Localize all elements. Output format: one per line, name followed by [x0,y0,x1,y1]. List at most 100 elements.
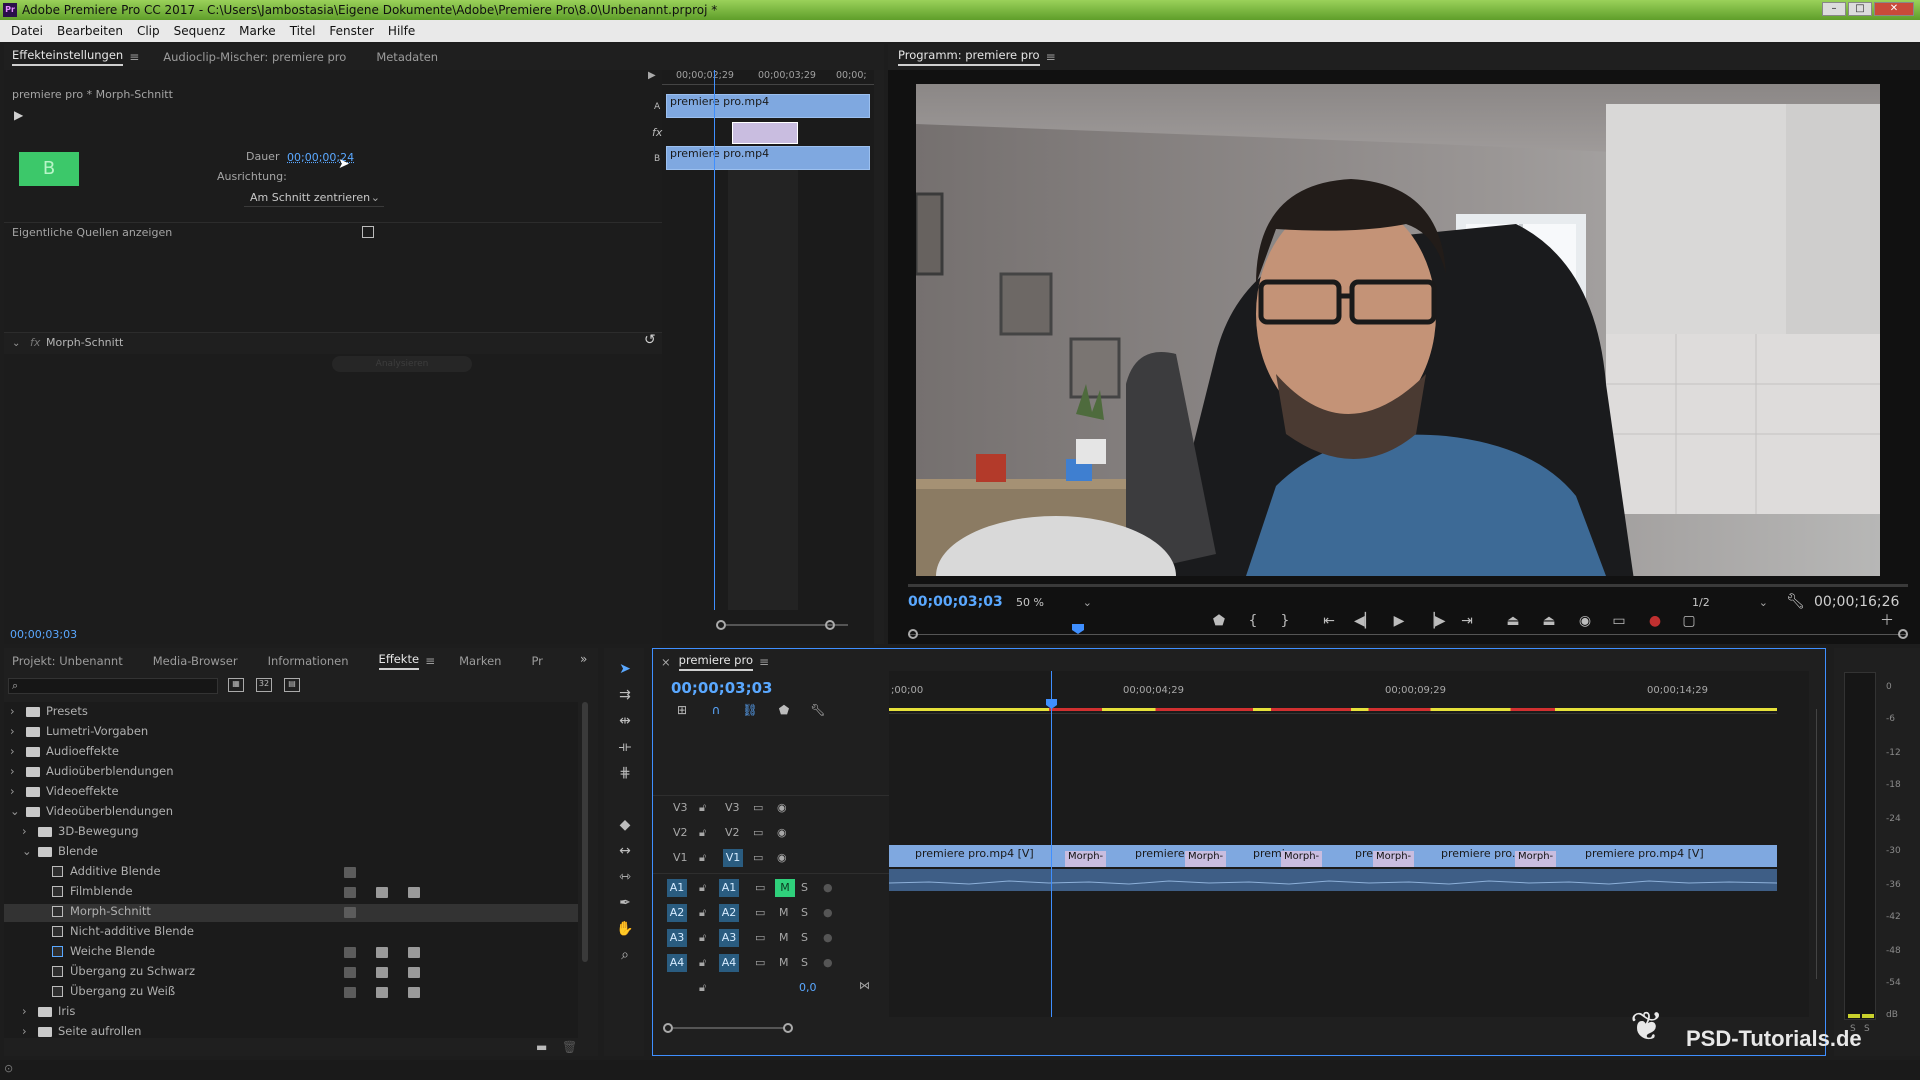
add-marker-icon[interactable]: ⬟ [775,701,793,719]
mic-icon[interactable]: ● [823,906,833,919]
mark-in-icon[interactable]: { [1244,612,1262,630]
menu-clip[interactable]: Clip [130,24,167,38]
go-to-in-icon[interactable]: ⇤ [1320,612,1338,630]
mute-a2[interactable]: M [779,906,789,919]
tab-marken[interactable]: Marken [459,654,501,668]
more-tabs-icon[interactable]: » [580,652,587,666]
sync-lock-icon[interactable]: ▭ [755,881,765,894]
transition-marker-0[interactable]: Morph- [1065,851,1107,867]
track-src-a3[interactable]: A3 [667,929,687,947]
resolution-select[interactable]: 1/2 ⌄ [1688,594,1772,612]
tab-media-browser[interactable]: Media-Browser [153,654,238,668]
slide-tool-icon[interactable]: ⇿ [616,868,634,886]
mini-playhead[interactable] [714,70,715,610]
tab-audioclip-mischer[interactable]: Audioclip-Mischer: premiere pro [163,50,346,64]
ripple-edit-tool-icon[interactable]: ⇹ [616,712,634,730]
solo-a4[interactable]: S [801,956,808,969]
timeline-settings-icon[interactable]: 🔧︎ [809,701,827,719]
close-button[interactable]: ✕ [1874,2,1914,16]
sync-lock-icon[interactable]: ▭ [755,956,765,969]
mini-clip-a[interactable]: premiere pro.mp4 [666,94,870,118]
solo-a2[interactable]: S [801,906,808,919]
menu-sequenz[interactable]: Sequenz [167,24,233,38]
program-playhead[interactable] [1072,624,1084,634]
track-src-v2[interactable]: V2 [673,826,688,839]
v1-clip-label-0[interactable]: premiere pro.mp4 [V] [915,847,1034,860]
play-icon[interactable]: ▶ [1390,612,1408,630]
snap-nest-icon[interactable]: ⊞ [673,701,691,719]
mini-transition[interactable] [732,122,798,144]
zoom-tool-icon[interactable]: ⌕ [616,946,634,964]
analyse-button[interactable]: Analysieren [332,356,472,372]
mini-scroll-handle-right[interactable] [825,620,835,630]
lock-icon[interactable]: 🔓︎ [699,931,706,945]
search-input[interactable]: ⌕ [8,678,218,694]
timeline-timecode[interactable]: 00;00;03;03 [671,679,773,697]
tab-informationen[interactable]: Informationen [268,654,349,668]
tree-item-nicht-additive-blende[interactable]: Nicht-additive Blende [4,924,578,942]
play-transition-icon[interactable]: ▶ [14,108,23,122]
lock-icon[interactable]: 🔓︎ [699,906,706,920]
go-to-end-icon[interactable]: ⋈ [859,979,870,992]
track-src-v1[interactable]: V1 [673,851,688,864]
tab-pr[interactable]: Pr [531,654,542,668]
safe-margins-icon[interactable]: ▢ [1680,612,1698,630]
close-sequence-icon[interactable]: × [661,655,671,669]
program-monitor-title[interactable]: Programm: premiere pro [898,48,1040,66]
tab-effekteinstellungen[interactable]: Effekteinstellungen [12,48,124,66]
menu-hilfe[interactable]: Hilfe [381,24,422,38]
menu-fenster[interactable]: Fenster [322,24,381,38]
sync-lock-icon[interactable]: ▭ [753,801,763,814]
menu-titel[interactable]: Titel [283,24,323,38]
mark-out-icon[interactable]: } [1276,612,1294,630]
ausrichtung-select[interactable]: Am Schnitt zentrieren ⌄ [244,189,384,207]
timeline-playhead[interactable] [1051,671,1052,1017]
effects-scrollbar[interactable] [582,702,588,962]
lock-icon[interactable]: 🔓︎ [699,851,706,865]
tab-metadaten[interactable]: Metadaten [376,50,438,64]
track-tgt-v2[interactable]: V2 [725,826,740,839]
eye-icon[interactable]: ◉ [777,851,787,864]
track-tgt-a3[interactable]: A3 [719,929,739,947]
tree-item-additive-blende[interactable]: Additive Blende [4,864,578,882]
tree-item-morph-schnitt[interactable]: Morph-Schnitt [4,904,578,922]
program-video-frame[interactable] [916,84,1880,576]
timeline-zoom-handle-right[interactable] [783,1023,793,1033]
mic-icon[interactable]: ● [823,931,833,944]
record-icon[interactable]: ● [1646,612,1664,630]
collapse-chevron-icon[interactable]: ⌄ [12,338,20,349]
v1-clip-label-3[interactable]: pre [1355,847,1373,860]
go-to-out-icon[interactable]: ⇥ [1458,612,1476,630]
solo-a1[interactable]: S [801,881,808,894]
sync-lock-icon[interactable]: ▭ [753,851,763,864]
menu-marke[interactable]: Marke [232,24,283,38]
tree-item-uebergang-weiss[interactable]: Übergang zu Weiß [4,984,578,1002]
solo-a3[interactable]: S [801,931,808,944]
yuv-effects-icon[interactable]: ▤ [284,678,300,692]
step-back-icon[interactable]: ◀▏ [1354,612,1376,630]
mini-clip-b[interactable]: premiere pro.mp4 [666,146,870,170]
panel-menu-icon[interactable]: ≡ [425,654,435,668]
track-src-a1[interactable]: A1 [667,879,687,897]
sync-lock-icon[interactable]: ▭ [755,906,765,919]
32bit-effects-icon[interactable]: 32 [256,678,272,692]
minimize-button[interactable]: – [1822,2,1846,16]
scrub-start-handle[interactable] [908,629,918,639]
transition-marker-2[interactable]: Morph- [1281,851,1323,867]
mute-a1[interactable]: M [775,879,795,897]
master-volume[interactable]: 0,0 [799,981,817,994]
pen-tool-icon[interactable]: ✒ [616,894,634,912]
new-bin-icon[interactable]: ▬ [536,1040,547,1054]
v1-clip-label-1[interactable]: premiere [1135,847,1185,860]
lift-icon[interactable]: ⏏ [1504,612,1522,630]
mic-icon[interactable]: ● [823,881,833,894]
rolling-edit-tool-icon[interactable]: ⟛ [616,738,634,756]
transition-marker-4[interactable]: Morph- [1515,851,1557,867]
program-timecode[interactable]: 00;00;03;03 [908,594,1003,610]
lock-icon[interactable]: 🔓︎ [699,826,706,840]
marker-icon[interactable]: ⬟ [1210,612,1228,630]
track-tgt-a1[interactable]: A1 [719,879,739,897]
track-tgt-a4[interactable]: A4 [719,954,739,972]
panel-menu-icon[interactable]: ≡ [1046,50,1056,64]
tab-effekte[interactable]: Effekte [378,652,420,670]
